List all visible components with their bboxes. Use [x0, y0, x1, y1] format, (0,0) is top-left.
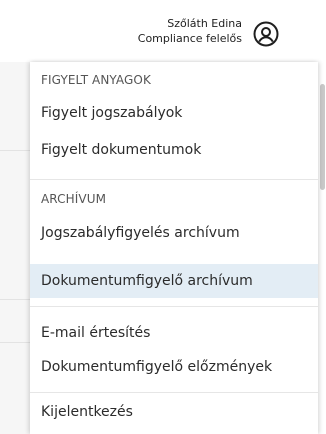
section-title-figyelt-anyagok: FIGYELT ANYAGOK [41, 73, 151, 87]
user-role: Compliance felelős [137, 32, 242, 45]
menu-item-figyelt-dokumentumok[interactable]: Figyelt dokumentumok [30, 133, 318, 167]
menu-item-label: Jogszabályfigyelés archívum [41, 225, 240, 241]
menu-item-label: Kijelentkezés [41, 404, 133, 420]
background-divider [0, 299, 30, 300]
menu-item-jogszabalyfigyeles-archivum[interactable]: Jogszabályfigyelés archívum [30, 216, 318, 250]
menu-item-label: Figyelt dokumentumok [41, 142, 202, 158]
menu-divider [30, 392, 318, 393]
menu-item-dokumentumfigyelo-elozmenyek[interactable]: Dokumentumfigyelő előzmények [30, 350, 318, 384]
user-header: Szőláth Edina Compliance felelős [0, 0, 326, 60]
background-divider [0, 342, 30, 343]
menu-item-kijelentkezes[interactable]: Kijelentkezés [30, 395, 318, 429]
background-page-left [0, 62, 30, 434]
scrollbar-thumb[interactable] [320, 84, 325, 190]
menu-item-label: Dokumentumfigyelő archívum [41, 273, 253, 289]
section-title-archivum: ARCHÍVUM [41, 192, 107, 206]
user-circle-icon[interactable] [253, 21, 279, 47]
menu-item-label: Dokumentumfigyelő előzmények [41, 359, 273, 375]
menu-item-email-ertesites[interactable]: E-mail értesítés [30, 316, 318, 350]
user-dropdown-menu: FIGYELT ANYAGOK Figyelt jogszabályok Fig… [30, 62, 318, 434]
menu-divider [30, 179, 318, 180]
menu-item-label: Figyelt jogszabályok [41, 105, 183, 121]
background-divider [0, 150, 30, 151]
user-name: Szőláth Edina [167, 17, 242, 30]
menu-item-label: E-mail értesítés [41, 325, 151, 341]
menu-divider [30, 306, 318, 307]
menu-item-figyelt-jogszabalyok[interactable]: Figyelt jogszabályok [30, 96, 318, 130]
menu-item-dokumentumfigyelo-archivum[interactable]: Dokumentumfigyelő archívum [30, 264, 318, 298]
